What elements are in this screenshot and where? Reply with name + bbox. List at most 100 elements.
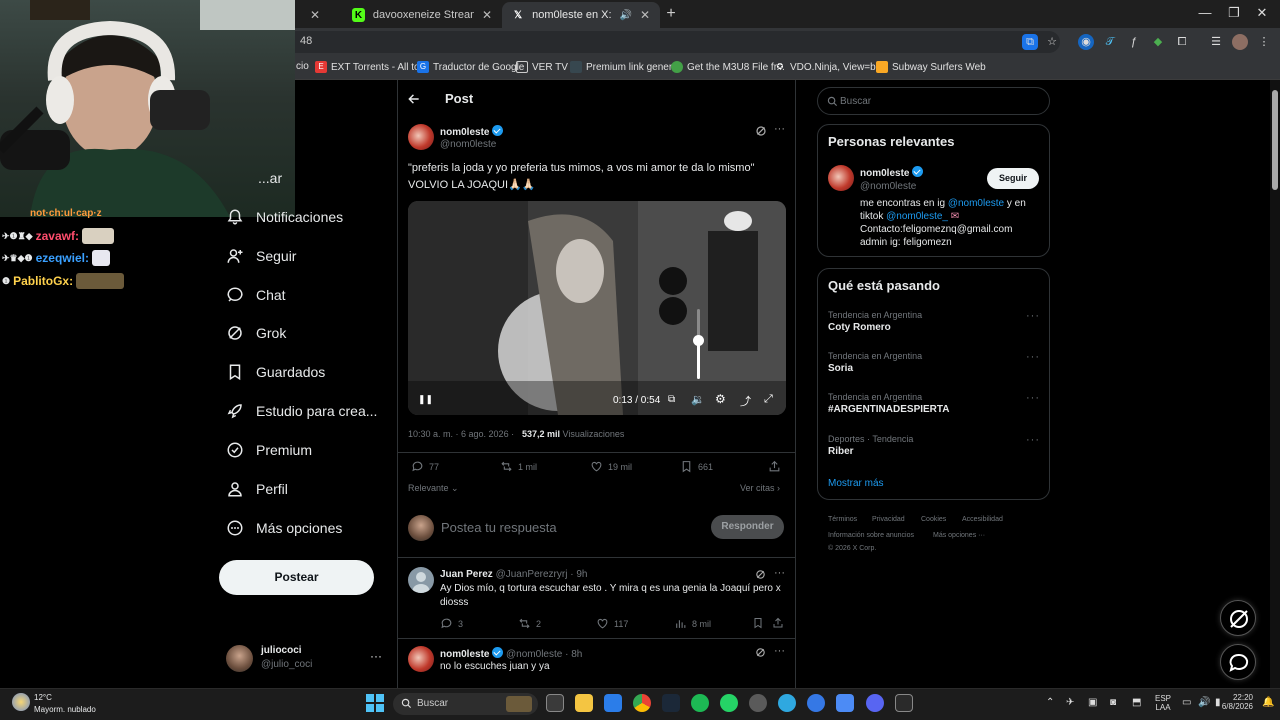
volume-icon[interactable]: 🔊 bbox=[1198, 697, 1210, 708]
minimize-button[interactable]: — bbox=[1195, 5, 1215, 20]
grok-icon[interactable] bbox=[755, 125, 767, 137]
bookmark-item[interactable]: ✪ VDO.Ninja, View=b... bbox=[774, 61, 884, 73]
footer-link[interactable]: Accesibilidad bbox=[962, 516, 1003, 523]
avatar[interactable] bbox=[408, 124, 434, 150]
reply-author-handle[interactable]: @JuanPerezryrj · 9h bbox=[496, 569, 588, 580]
star-icon[interactable]: ☆ bbox=[1044, 34, 1060, 50]
nav-item-explore[interactable]: ...ar bbox=[258, 170, 282, 186]
url-input[interactable]: 48 bbox=[280, 31, 1060, 53]
footer-link[interactable]: Privacidad bbox=[872, 516, 905, 523]
bookmark-item[interactable]: cio bbox=[296, 61, 309, 72]
footer-link[interactable]: Términos bbox=[828, 516, 857, 523]
post-timestamp[interactable]: 10:30 a. m. · 6 ago. 2026 · bbox=[408, 429, 514, 439]
trend-name[interactable]: Coty Romero bbox=[828, 322, 891, 333]
bio-link[interactable]: @nom0leste_ bbox=[886, 211, 948, 222]
windows-start-icon[interactable] bbox=[366, 694, 384, 712]
trend-name[interactable]: #ARGENTINADESPIERTA bbox=[828, 404, 950, 415]
bookmark-stat[interactable]: 661 bbox=[680, 460, 713, 473]
bookmark-item[interactable]: Premium link gener... bbox=[570, 61, 680, 73]
nav-item-follow[interactable]: Seguir bbox=[226, 247, 296, 265]
tray-icon[interactable]: ◙ bbox=[1110, 697, 1116, 708]
notepad-icon[interactable] bbox=[836, 694, 854, 712]
maximize-button[interactable]: ❐ bbox=[1224, 5, 1244, 21]
grok-icon[interactable] bbox=[755, 647, 766, 658]
repost-stat[interactable]: 2 bbox=[518, 617, 541, 630]
share-icon[interactable] bbox=[768, 460, 781, 473]
volume-slider-thumb[interactable] bbox=[693, 335, 704, 346]
bookmark-item[interactable]: E EXT Torrents - All to... bbox=[315, 61, 428, 73]
tab-kick-stream[interactable]: K davooxeneize Stream - Watch Liv ✕ bbox=[342, 2, 502, 28]
extension-icon[interactable]: ƒ bbox=[1126, 34, 1142, 50]
scrollbar[interactable] bbox=[1270, 80, 1280, 688]
relevant-handle[interactable]: @nom0leste bbox=[860, 181, 916, 192]
fullscreen-icon[interactable]: ⤢ bbox=[764, 393, 773, 406]
tray-icon[interactable]: ▣ bbox=[1088, 697, 1097, 708]
scrollbar-thumb[interactable] bbox=[1272, 90, 1278, 190]
epic-games-icon[interactable] bbox=[895, 694, 913, 712]
account-switcher[interactable]: juliococi @julio_coci ··· bbox=[226, 643, 386, 675]
search-box[interactable]: Buscar bbox=[817, 87, 1050, 115]
show-more-link[interactable]: Mostrar más bbox=[828, 478, 884, 489]
tray-icon[interactable]: ⬒ bbox=[1132, 697, 1141, 708]
extension-icon[interactable]: 𝒯 bbox=[1102, 34, 1118, 50]
reply-author-handle[interactable]: @nom0leste · 8h bbox=[506, 649, 582, 660]
settings-icon[interactable]: ⚙ bbox=[715, 392, 726, 406]
bookmark-item[interactable]: VER TV bbox=[516, 61, 568, 73]
follow-button[interactable]: Seguir bbox=[987, 168, 1039, 189]
edge-icon[interactable] bbox=[778, 694, 796, 712]
clock[interactable]: 22:20 6/8/2026 bbox=[1222, 693, 1253, 711]
notification-bell-icon[interactable]: 🔔 bbox=[1262, 697, 1274, 708]
trend-name[interactable]: Riber bbox=[828, 446, 854, 457]
monitor-icon[interactable]: ▭ bbox=[1182, 697, 1191, 708]
nav-item-more-options[interactable]: Más opciones bbox=[226, 519, 342, 537]
sort-dropdown[interactable]: Relevante ⌄ bbox=[408, 483, 459, 494]
more-icon[interactable]: ··· bbox=[774, 123, 785, 135]
bookmark-item[interactable]: Subway Surfers Web bbox=[876, 61, 986, 73]
nav-item-notifications[interactable]: Notificaciones bbox=[226, 208, 343, 226]
cast-icon[interactable]: ⧉ bbox=[1022, 34, 1038, 50]
like-stat[interactable]: 19 mil bbox=[590, 460, 632, 473]
bio-link[interactable]: @nom0leste bbox=[948, 198, 1004, 209]
bookmark-icon[interactable] bbox=[752, 617, 764, 629]
tab-x-post[interactable]: 𝕏 nom0leste en X: ""preferis la joda 🔊 ✕ bbox=[502, 2, 660, 28]
like-stat[interactable]: 117 bbox=[596, 617, 628, 630]
weather-icon[interactable] bbox=[12, 693, 30, 711]
post-button[interactable]: Postear bbox=[219, 560, 374, 595]
more-icon[interactable]: ··· bbox=[1026, 434, 1040, 446]
author-handle[interactable]: @nom0leste bbox=[440, 139, 496, 150]
grok-fab[interactable] bbox=[1220, 600, 1256, 636]
weather-temp[interactable]: 12°C bbox=[34, 693, 52, 702]
share-icon[interactable] bbox=[772, 617, 784, 629]
app-icon[interactable] bbox=[749, 694, 767, 712]
back-arrow-icon[interactable] bbox=[407, 92, 421, 106]
reply-author-name[interactable]: nom0leste bbox=[440, 649, 489, 660]
more-icon[interactable]: ··· bbox=[1026, 392, 1040, 404]
profile-avatar[interactable] bbox=[1232, 34, 1248, 50]
tab-previous[interactable]: ✕ bbox=[300, 2, 340, 28]
footer-link[interactable]: Cookies bbox=[921, 516, 946, 523]
nav-item-profile[interactable]: Perfil bbox=[226, 480, 288, 498]
taskbar-search-input[interactable]: Buscar bbox=[417, 698, 448, 709]
app-icon[interactable] bbox=[807, 694, 825, 712]
bookmark-item[interactable]: G Traductor de Google bbox=[417, 61, 524, 73]
tray-icon[interactable]: ✈ bbox=[1066, 697, 1074, 708]
footer-link[interactable]: Más opciones ··· bbox=[933, 532, 985, 539]
chevron-up-icon[interactable]: ⌃ bbox=[1046, 697, 1054, 708]
grok-icon[interactable] bbox=[755, 569, 766, 580]
reply-input[interactable]: Postea tu respuesta bbox=[441, 520, 557, 535]
nav-item-bookmarks[interactable]: Guardados bbox=[226, 363, 325, 381]
whatsapp-icon[interactable] bbox=[720, 694, 738, 712]
trend-name[interactable]: Soria bbox=[828, 363, 853, 374]
nav-item-grok[interactable]: Grok bbox=[226, 324, 286, 342]
tab-close-icon[interactable]: ✕ bbox=[482, 8, 492, 22]
puzzle-icon[interactable]: ⧠ bbox=[1174, 34, 1190, 50]
close-window-button[interactable]: ✕ bbox=[1252, 5, 1272, 21]
reading-list-icon[interactable]: ☰ bbox=[1208, 34, 1224, 50]
reply-button[interactable]: Responder bbox=[711, 515, 784, 539]
weather-desc[interactable]: Mayorm. nublado bbox=[34, 705, 96, 714]
chrome-icon[interactable] bbox=[633, 694, 651, 712]
discord-icon[interactable] bbox=[866, 694, 884, 712]
nav-item-creator-studio[interactable]: Estudio para crea... bbox=[226, 402, 377, 420]
bookmark-item[interactable]: Get the M3U8 File fr... bbox=[671, 61, 785, 73]
pause-icon[interactable]: ❚❚ bbox=[418, 394, 433, 405]
